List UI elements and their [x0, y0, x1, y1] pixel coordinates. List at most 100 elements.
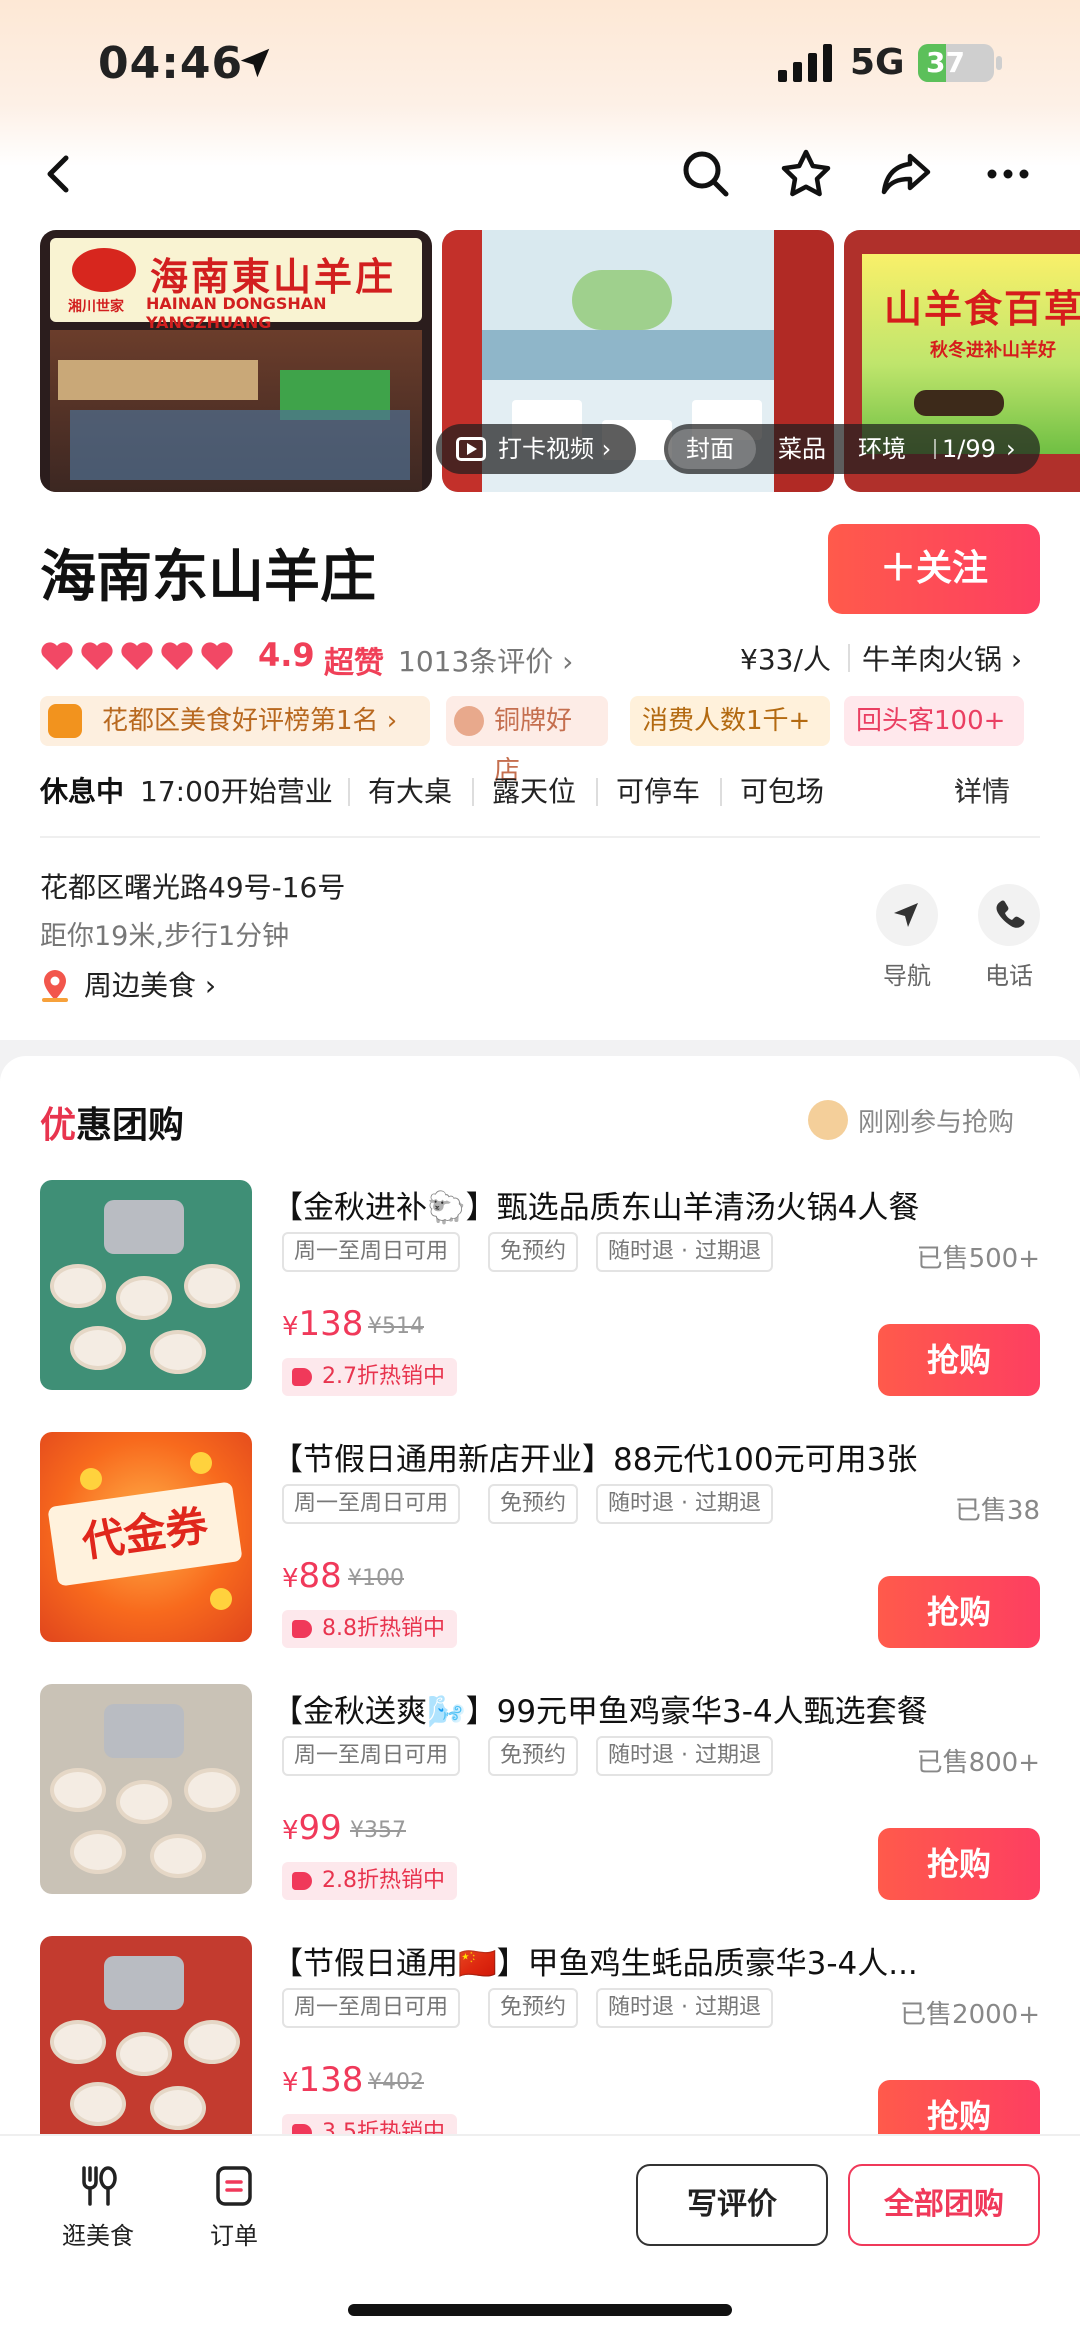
deal-price-value: 138 — [298, 2060, 364, 2100]
navigation-arrow-icon — [894, 903, 918, 927]
tag-icon — [292, 1872, 312, 1890]
deal-tag: 免预约 — [488, 1484, 579, 1524]
separator — [848, 644, 850, 672]
separator — [348, 778, 350, 806]
section-title-accent: 优 — [40, 1105, 77, 1146]
phone-icon — [996, 900, 1025, 928]
deal-item[interactable]: 代金券 【节假日通用新店开业】88元代100元可用3张 周一至周日可用 免预约 … — [0, 1432, 1080, 1684]
deal-original-price: ¥514 — [368, 1314, 424, 1339]
tab-browse-food[interactable]: 逛美食 — [38, 2162, 158, 2251]
feature-parking: 可停车 — [616, 775, 701, 808]
deal-tag: 随时退 · 过期退 — [596, 1484, 773, 1524]
follow-button[interactable]: ＋关注 — [828, 524, 1040, 614]
deal-sold: 已售500+ — [916, 1244, 1040, 1274]
deal-tag: 免预约 — [488, 1736, 579, 1776]
deal-thumbnail[interactable] — [40, 1684, 252, 1894]
shop-address[interactable]: 花都区曙光路49号-16号 — [40, 866, 345, 906]
utensils-icon — [82, 2166, 117, 2206]
deal-original-price: ¥357 — [350, 1818, 406, 1843]
deal-thumbnail[interactable] — [40, 1180, 252, 1390]
deal-discount-badge: 8.8折热销中 — [282, 1610, 457, 1648]
shop-tags: 花都区美食好评榜第1名 › 铜牌好店 消费人数1千+ 回头客100+ — [40, 696, 1050, 786]
battery-icon: 37 — [918, 44, 994, 82]
details-link[interactable]: 详情 › — [954, 770, 1010, 808]
heart-icon — [41, 642, 73, 670]
gallery-photo-storefront[interactable]: 海南東山羊庄 湘川世家 HAINAN DONGSHAN YANGZHUANG — [40, 230, 432, 492]
buy-button[interactable]: 抢购 — [878, 1828, 1040, 1900]
avatar — [808, 1100, 848, 1140]
bronze-tag[interactable]: 铜牌好店 — [446, 696, 608, 786]
deal-discount: 8.8折热销中 — [322, 1616, 445, 1641]
return-tag: 回头客100+ — [844, 696, 1024, 746]
recent-buyers-text: 刚刚参与抢购 — [858, 1108, 1015, 1138]
follow-label: 关注 — [916, 548, 989, 589]
deal-tag: 随时退 · 过期退 — [596, 1988, 773, 2028]
heart-icon — [161, 642, 193, 670]
signal-icon — [778, 44, 832, 82]
rank-tag[interactable]: 花都区美食好评榜第1名 › — [40, 696, 430, 746]
deal-discount-badge: 2.7折热销中 — [282, 1358, 457, 1396]
more-icon[interactable] — [978, 144, 1038, 204]
heart-icon — [121, 642, 153, 670]
deal-title: 【金秋送爽🌬️】99元甲鱼鸡豪华3-4人甄选套餐 — [272, 1694, 928, 1730]
share-icon[interactable] — [876, 144, 936, 204]
status-time: 04:46 — [98, 38, 244, 89]
gallery-tab-cover[interactable]: 封面 — [686, 424, 734, 474]
gallery-tab-dishes[interactable]: 菜品 — [778, 424, 826, 474]
rating-word: 超赞 — [324, 646, 384, 681]
nearby-food-link[interactable]: 周边美食 › — [40, 964, 216, 1004]
deal-item[interactable]: 【金秋送爽🌬️】99元甲鱼鸡豪华3-4人甄选套餐 周一至周日可用 免预约 随时退… — [0, 1684, 1080, 1936]
separator — [472, 778, 474, 806]
cuisine-link[interactable]: 牛羊肉火锅 › — [862, 638, 1022, 678]
price-per-person: ¥33/人 — [740, 643, 831, 676]
deal-price-value: 138 — [298, 1304, 364, 1344]
deal-discount: 2.8折热销中 — [322, 1868, 445, 1893]
poster-title: 山羊食百草 — [884, 287, 1080, 331]
separator — [720, 778, 722, 806]
deal-item[interactable]: 【金秋进补🐑】甄选品质东山羊清汤火锅4人餐 周一至周日可用 免预约 随时退 · … — [0, 1180, 1080, 1432]
rank-tag-label: 花都区美食好评榜第1名 — [102, 706, 379, 736]
write-review-button[interactable]: 写评价 — [636, 2164, 828, 2246]
review-count-link[interactable]: 1013条评价 › — [398, 640, 573, 680]
deal-tag: 周一至周日可用 — [282, 1988, 461, 2028]
deal-thumbnail[interactable] — [40, 1936, 252, 2146]
deal-thumbnail[interactable]: 代金券 — [40, 1432, 252, 1642]
navigate-button[interactable] — [876, 884, 938, 946]
cuisine-label: 牛羊肉火锅 — [862, 643, 1003, 676]
deal-price: ¥138 — [282, 2060, 364, 2100]
feature-private: 可包场 — [740, 775, 825, 808]
map-pin-icon — [42, 970, 68, 1002]
gallery-tabs[interactable]: 封面 菜品 环境 1/99 › — [664, 424, 1040, 474]
tab-orders[interactable]: 订单 — [174, 2162, 294, 2251]
store-sign: 海南東山羊庄 湘川世家 HAINAN DONGSHAN YANGZHUANG — [50, 238, 422, 332]
rating-row[interactable]: 4.9 超赞 1013条评价 › ¥33/人 牛羊肉火锅 › — [40, 636, 1040, 681]
heart-icon — [201, 642, 233, 670]
hours-row[interactable]: 休息中 17:00开始营业 有大桌 露天位 可停车 可包场 详情 › — [40, 770, 1040, 814]
star-icon[interactable] — [776, 144, 836, 204]
tag-icon — [292, 1620, 312, 1638]
recent-buyers: 刚刚参与抢购 — [808, 1100, 1015, 1140]
store-brand-text: 湘川世家 — [68, 299, 124, 315]
poster-subtitle: 秋冬进补山羊好 — [930, 340, 1056, 361]
deal-price-value: 88 — [298, 1556, 342, 1596]
buy-button[interactable]: 抢购 — [878, 1324, 1040, 1396]
deal-tag: 免预约 — [488, 1988, 579, 2028]
deal-original-price: ¥402 — [368, 2070, 424, 2095]
rating-score: 4.9 — [258, 636, 315, 674]
all-deals-button[interactable]: 全部团购 — [848, 2164, 1040, 2246]
gallery-tab-environment[interactable]: 环境 — [858, 424, 906, 474]
deal-price: ¥99 — [282, 1808, 342, 1848]
phone-button[interactable] — [978, 884, 1040, 946]
deal-title: 【金秋进补🐑】甄选品质东山羊清汤火锅4人餐 — [272, 1190, 920, 1226]
deal-sold: 已售2000+ — [900, 2000, 1040, 2030]
back-icon[interactable] — [30, 144, 90, 204]
gallery-tab-divider — [934, 439, 936, 459]
section-title: 优惠团购 — [40, 1096, 184, 1148]
deal-tag: 周一至周日可用 — [282, 1232, 461, 1272]
deal-price: ¥88 — [282, 1556, 342, 1596]
group-deals-section: 优惠团购 刚刚参与抢购 【金秋进补🐑】甄选品质东山羊清汤火锅4人餐 周一至周日可… — [0, 1056, 1080, 2152]
search-icon[interactable] — [676, 144, 736, 204]
checkin-video-button[interactable]: 打卡视频 › — [436, 424, 636, 474]
buy-button[interactable]: 抢购 — [878, 1576, 1040, 1648]
deal-tag: 周一至周日可用 — [282, 1736, 461, 1776]
